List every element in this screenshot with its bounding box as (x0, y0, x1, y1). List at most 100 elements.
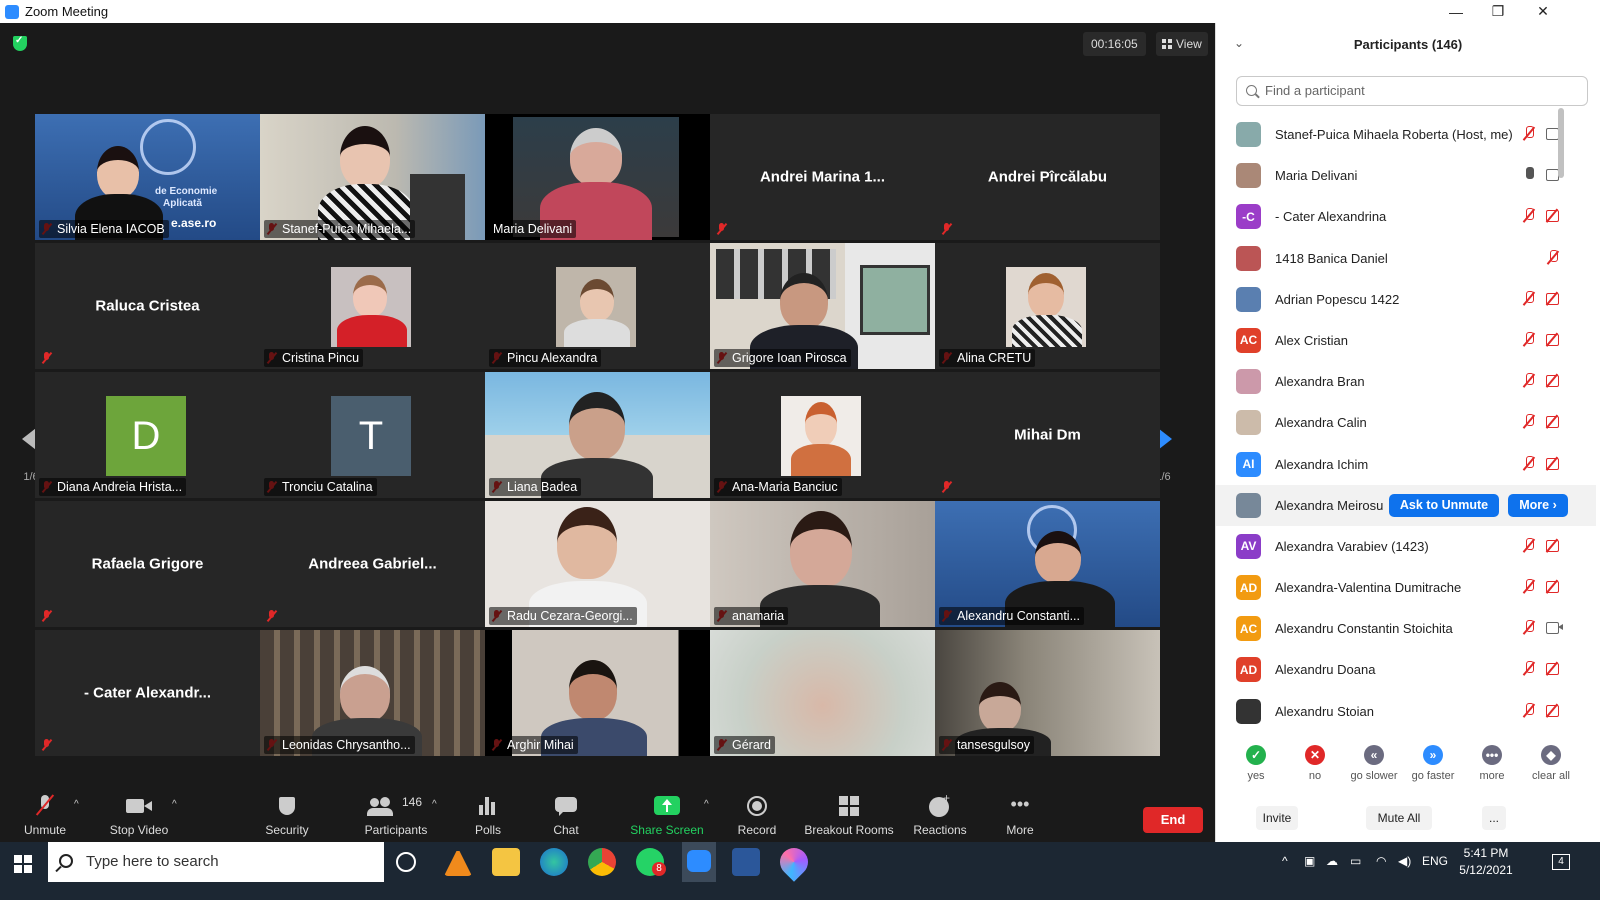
mic-muted-icon[interactable] (1522, 579, 1536, 595)
video-tile[interactable]: anamaria (710, 501, 935, 627)
tray-chevron-icon[interactable]: ^ (1282, 854, 1288, 868)
breakout-rooms-button[interactable]: Breakout Rooms (804, 795, 894, 837)
reactions-button[interactable]: + Reactions (912, 791, 968, 837)
onedrive-icon[interactable]: ☁ (1326, 854, 1338, 868)
mic-muted-icon[interactable] (1522, 208, 1536, 224)
tray-app-icon[interactable]: ▣ (1304, 854, 1315, 868)
name-tile[interactable]: Raluca Cristea (35, 243, 260, 369)
share-screen-button[interactable]: Share Screen (630, 795, 704, 837)
letter-avatar-tile[interactable]: D Diana Andreia Hrista... (35, 372, 260, 498)
name-tile[interactable]: Mihai Dm (935, 372, 1160, 498)
participant-list-item[interactable]: Alexandra Meirosu Ask to Unmute More › (1216, 484, 1596, 526)
video-tile[interactable]: Leonidas Chrysantho... (260, 630, 485, 756)
more-button[interactable]: ••• More (1000, 795, 1040, 837)
chat-button[interactable]: Chat (548, 795, 584, 837)
video-off-icon[interactable] (1546, 539, 1564, 552)
audio-options-caret-icon[interactable]: ^ (74, 799, 79, 810)
participants-button[interactable]: 146 Participants (358, 795, 434, 837)
video-tile-active-speaker[interactable]: Maria Delivani (485, 114, 710, 240)
volume-icon[interactable]: ◀) (1398, 854, 1411, 868)
encryption-shield-icon[interactable] (13, 35, 27, 51)
video-off-icon[interactable] (1546, 704, 1564, 717)
vlc-icon[interactable] (444, 848, 472, 876)
participant-more-button[interactable]: More › (1508, 493, 1568, 517)
video-off-icon[interactable] (1546, 580, 1564, 594)
photo-tile[interactable]: Alina CRETU (935, 243, 1160, 369)
wifi-icon[interactable]: ◠ (1376, 854, 1386, 868)
mic-muted-icon[interactable] (1546, 249, 1560, 266)
mic-muted-icon[interactable] (1522, 661, 1536, 677)
participant-list-item[interactable]: Alexandra Calin (1216, 402, 1596, 443)
video-options-caret-icon[interactable]: ^ (172, 799, 177, 810)
video-tile[interactable]: Stanef-Puica Mihaela... (260, 114, 485, 240)
maximize-button[interactable]: ❐ (1476, 0, 1520, 23)
feedback-go-faster-button[interactable]: » go faster (1403, 745, 1463, 782)
participant-list-scrollbar[interactable] (1558, 108, 1564, 178)
participant-list-item[interactable]: Stanef-Puica Mihaela Roberta (Host, me) (1216, 114, 1596, 155)
video-tile[interactable]: Liana Badea (485, 372, 710, 498)
ask-to-unmute-button[interactable]: Ask to Unmute (1389, 493, 1499, 517)
participant-list-item[interactable]: AV Alexandra Varabiev (1423) (1216, 526, 1596, 567)
whatsapp-icon[interactable]: 8 (636, 848, 666, 876)
video-off-icon[interactable] (1546, 415, 1564, 429)
end-meeting-button[interactable]: End (1143, 807, 1203, 833)
video-off-icon[interactable] (1546, 292, 1564, 305)
video-tile[interactable]: Grigore Ioan Pirosca (710, 243, 935, 369)
mic-muted-icon[interactable] (1522, 373, 1536, 389)
feedback-more-button[interactable]: ••• more (1462, 745, 1522, 782)
record-button[interactable]: Record (735, 795, 779, 837)
video-on-icon[interactable] (1546, 621, 1564, 635)
participant-list-item[interactable]: Maria Delivani (1216, 155, 1596, 196)
word-icon[interactable] (732, 848, 760, 876)
mic-muted-icon[interactable] (1522, 126, 1536, 142)
participant-list-item[interactable]: AI Alexandra Ichim (1216, 444, 1596, 485)
mic-muted-icon[interactable] (1522, 702, 1536, 719)
notifications-icon[interactable]: 4 (1552, 854, 1570, 870)
stop-video-button[interactable]: Stop Video (104, 795, 174, 837)
polls-button[interactable]: Polls (468, 795, 508, 837)
video-off-icon[interactable] (1546, 374, 1564, 388)
name-tile[interactable]: - Cater Alexandr... (35, 630, 260, 756)
name-tile[interactable]: Rafaela Grigore (35, 501, 260, 627)
name-tile[interactable]: Andrei Marina 1... (710, 114, 935, 240)
participant-list-item[interactable]: AD Alexandru Doana (1216, 649, 1596, 690)
participant-list-item[interactable]: Adrian Popescu 1422 (1216, 279, 1596, 320)
chrome-icon[interactable] (588, 848, 616, 876)
photo-tile[interactable]: Pincu Alexandra (485, 243, 710, 369)
mute-all-button[interactable]: Mute All (1366, 806, 1432, 830)
video-tile[interactable]: Alexandru Constanti... (935, 501, 1160, 627)
participant-list-item[interactable]: AC Alex Cristian (1216, 320, 1596, 361)
letter-avatar-tile[interactable]: T Tronciu Catalina (260, 372, 485, 498)
video-off-icon[interactable] (1546, 662, 1564, 676)
mic-muted-icon[interactable] (1522, 620, 1536, 636)
feedback-go-slower-button[interactable]: « go slower (1344, 745, 1404, 782)
language-indicator[interactable]: ENG (1422, 854, 1448, 868)
participant-list-item[interactable]: Alexandra Bran (1216, 361, 1596, 402)
video-tile[interactable]: de Economie Aplicată e.ase.ro Silvia Ele… (35, 114, 260, 240)
taskbar-clock[interactable]: 5:41 PM 5/12/2021 (1450, 845, 1522, 879)
video-off-icon[interactable] (1546, 457, 1564, 470)
photo-tile[interactable]: Ana-Maria Banciuc (710, 372, 935, 498)
photo-tile[interactable]: Cristina Pincu (260, 243, 485, 369)
taskbar-search-box[interactable]: Type here to search (48, 842, 384, 882)
unmute-button[interactable]: Unmute (20, 794, 70, 837)
video-tile[interactable]: Gérard (710, 630, 935, 756)
close-button[interactable]: ✕ (1521, 0, 1565, 23)
name-tile[interactable]: Andreea Gabriel... (260, 501, 485, 627)
feedback-clear-all-button[interactable]: ◆ clear all (1521, 745, 1581, 782)
mic-on-icon[interactable] (1522, 167, 1536, 183)
video-off-icon[interactable] (1546, 333, 1564, 346)
mic-muted-icon[interactable] (1522, 537, 1536, 554)
participant-list-item[interactable]: AC Alexandru Constantin Stoichita (1216, 608, 1596, 649)
view-button[interactable]: View (1156, 32, 1208, 56)
mic-muted-icon[interactable] (1522, 331, 1536, 348)
feedback-no-button[interactable]: ✕ no (1285, 745, 1345, 782)
windows-start-icon[interactable] (14, 855, 32, 873)
participant-list-item[interactable]: 1418 Banica Daniel (1216, 238, 1596, 279)
edge-browser-icon[interactable] (540, 848, 568, 876)
battery-icon[interactable]: ▭ (1350, 854, 1361, 868)
security-button[interactable]: Security (262, 795, 312, 837)
file-explorer-icon[interactable] (492, 848, 520, 876)
participant-list-item[interactable]: -C - Cater Alexandrina (1216, 196, 1596, 237)
mic-muted-icon[interactable] (1522, 455, 1536, 472)
